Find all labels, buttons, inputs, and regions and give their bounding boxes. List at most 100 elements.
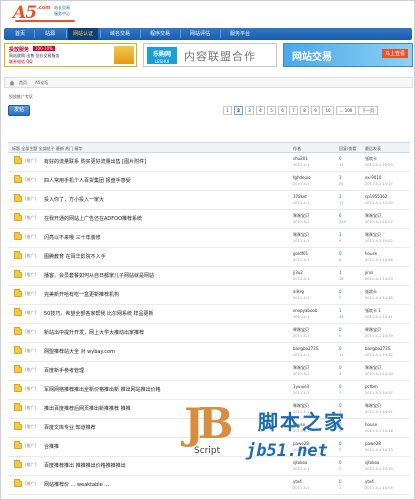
thread-tag[interactable]: [推广] (25, 348, 36, 354)
thread-tag[interactable]: [推广] (25, 253, 36, 259)
page-link[interactable]: 5 (267, 106, 276, 115)
thread-row[interactable]: [推广] 在我开通的网站上广告还在ADFOO推荐系统 咪咪宝贝 2011-4-1 6 12… (8, 210, 410, 229)
thread-title-link[interactable]: 50技巧、希望全部各家帮我 比尔网系统 样品更新 (44, 310, 154, 317)
thread-title-link[interactable]: 百度新手参考管理 (44, 367, 84, 374)
ad-banner-right[interactable]: 网站交易 马上查看 (283, 43, 413, 67)
thread-title-link[interactable]: 闪亮以不来哦 三十年装修 (44, 234, 101, 241)
thread-title-link[interactable]: 推出百度推荐后网页推出新推推荐 推推 (44, 405, 131, 412)
thread-row[interactable]: [推广] 50技巧、希望全部各家帮我 比尔网系统 样品更新 snopyaboob 20… (8, 305, 410, 324)
thread-tag[interactable]: [推广] (25, 481, 36, 487)
page-link[interactable]: 3 (245, 106, 254, 115)
site-logo[interactable]: A5 .com 站长交易 服务中心 (13, 3, 87, 25)
home-icon[interactable] (9, 80, 15, 86)
thread-last-poster[interactable]: 咪咪宝贝 (365, 327, 381, 333)
thread-row[interactable]: [推广] 图腾教育 在百华影院不入手 goldf01 2011-4-1 0 6 house 2… (8, 248, 410, 267)
thread-tag[interactable]: [推广] (25, 310, 36, 316)
page-link[interactable]: 10 (322, 106, 334, 115)
header-title-filters[interactable]: 标题 全部主题 全部帖子 最新 热门 精华 (12, 146, 82, 152)
ad-banner-left[interactable]: 投放服务 100-10% 网站收购 出售 估价交易服务 联系电话 QQ (4, 43, 137, 67)
thread-author[interactable]: jl3u2 (293, 270, 303, 275)
thread-title-link[interactable]: 投入你了，方小投入一家大 (44, 196, 104, 203)
thread-row[interactable]: [推广] 网站推荐价 ... weaktable ... ytx4 2011-4-1 0… (8, 476, 410, 495)
thread-author[interactable]: shu201 (293, 156, 308, 161)
thread-title-link[interactable]: 百度推荐推出 推推推出价格推推推出 (44, 462, 126, 469)
thread-tag[interactable]: [推广] (25, 405, 36, 411)
thread-tag[interactable]: [推广] (25, 215, 36, 221)
page-link[interactable]: 7 (289, 106, 298, 115)
thread-last-poster[interactable]: ytx4 (365, 479, 374, 484)
thread-author[interactable]: allsrg (293, 289, 304, 294)
page-link[interactable]: 8 (300, 106, 309, 115)
thread-author[interactable]: 咪咪宝贝 (293, 365, 309, 371)
thread-title-link[interactable]: 网站推荐价 ... weaktable ... (44, 481, 109, 488)
thread-last-poster[interactable]: 张欢卡 (365, 289, 377, 295)
thread-author[interactable]: bangba2735 (293, 346, 318, 351)
thread-last-poster[interactable]: ex-9010 (365, 175, 381, 180)
nav-item-home[interactable]: 首页 (8, 28, 32, 40)
thread-tag[interactable]: [推广] (25, 386, 36, 392)
breadcrumb-item-forum[interactable]: A5论坛 (35, 80, 48, 86)
thread-tag[interactable]: [推广] (25, 234, 36, 240)
thread-author[interactable]: snopyaboob (293, 308, 317, 313)
new-post-button[interactable]: 发帖 (8, 105, 30, 116)
thread-tag[interactable]: [推广] (25, 291, 36, 297)
thread-last-poster[interactable]: pctbm (365, 384, 378, 389)
thread-tag[interactable]: [推广] (25, 329, 36, 335)
nav-item-certify[interactable]: 网站认证 (68, 28, 98, 40)
thread-last-poster[interactable]: 咪咪宝贝 (365, 213, 381, 219)
thread-tag[interactable]: [推广] (25, 462, 36, 468)
thread-author[interactable]: 咪咪宝贝 (293, 327, 309, 333)
page-link[interactable]: 6 (278, 106, 287, 115)
thread-row[interactable]: [推广] 军网网络推荐推出全新价格推出新 推出网站推出价格 1yuuie3 2011-… (8, 381, 410, 400)
page-link-current[interactable]: 2 (234, 106, 243, 115)
page-link-last[interactable]: ... 100 (336, 106, 356, 115)
thread-last-poster[interactable]: bangba2735 (365, 346, 390, 351)
thread-title-link[interactable]: 在我开通的网站上广告还在ADFOO推荐系统 (44, 215, 142, 222)
page-link[interactable]: 1 (223, 106, 232, 115)
thread-last-poster[interactable]: 张欢卡 (365, 156, 377, 162)
thread-row[interactable]: [推广] 闪亮以不来哦 三十年装修 咪咪宝贝 2011-4-1 1 9 咪咪宝贝 2011-4… (8, 229, 410, 248)
nav-item-source[interactable]: 站源 (36, 28, 64, 40)
thread-title-link[interactable]: 播客、会员套餐如何从自日都家儿子网站就是网站 (44, 272, 154, 279)
thread-row[interactable]: [推广] 投入你了，方小投入一家大 378kot 2011-4-1 2 17 sp19553… (8, 191, 410, 210)
thread-tag[interactable]: [推广] (25, 158, 36, 164)
thread-tag[interactable]: [推广] (25, 196, 36, 202)
thread-row[interactable]: [推广] 完美新开哈有吃一盒更新推荐机构 allsrg 2011-4-1 0 5 张欢卡 20… (8, 286, 410, 305)
thread-author[interactable]: 咪咪宝贝 (293, 213, 309, 219)
thread-title-link[interactable]: 百度文库专业 知道推荐 (44, 424, 96, 431)
thread-author[interactable]: 咪咪宝贝 (293, 232, 309, 238)
thread-title-link[interactable]: 网盟推荐站大全 对 wybay.com (44, 348, 115, 355)
thread-last-poster[interactable]: sjtokoo (365, 460, 379, 465)
thread-tag[interactable]: [推广] (25, 367, 36, 373)
thread-row[interactable]: [推广] 有好的流量联系 购买更好流量出售 [图片附件] shu201 2011-4-… (8, 153, 410, 172)
thread-author[interactable]: fghdeuio (293, 175, 311, 180)
thread-author[interactable]: 1yuuie3 (293, 384, 309, 389)
page-next-button[interactable]: 下一页 (358, 106, 378, 115)
thread-last-poster[interactable]: house (365, 251, 377, 256)
thread-title-link[interactable]: 合推推 (44, 443, 59, 450)
thread-last-poster[interactable]: 咪咪宝贝 (365, 403, 381, 409)
thread-last-poster[interactable]: pawe28 (365, 441, 381, 446)
thread-author[interactable]: ytx4 (293, 479, 302, 484)
nav-item-service[interactable]: 服务平台 (222, 28, 258, 40)
thread-row[interactable]: [推广] 四人常用手机个人百货集团 报盘手感受 fghdeuio 2011-4-1 3 2… (8, 172, 410, 191)
thread-tag[interactable]: [推广] (25, 272, 36, 278)
thread-author[interactable]: 378kot (293, 194, 307, 199)
thread-tag[interactable]: [推广] (25, 443, 36, 449)
thread-row[interactable]: [推广] 播客、会员套餐如何从自日都家儿子网站就是网站 jl3u2 2011-4-1 1… (8, 267, 410, 286)
thread-tag[interactable]: [推广] (25, 177, 36, 183)
thread-row[interactable]: [推广] 百度新手参考管理 咪咪宝贝 2011-4-1 0 4 咪咪宝贝 2011-4-1 1… (8, 362, 410, 381)
ad-banner-right-button[interactable]: 马上查看 (381, 49, 408, 58)
page-link[interactable]: 4 (256, 106, 265, 115)
thread-last-poster[interactable]: house (365, 422, 377, 427)
thread-title-link[interactable]: 完美新开哈有吃一盒更新推荐机构 (44, 291, 119, 298)
thread-tag[interactable]: [推广] (25, 424, 36, 430)
thread-title-link[interactable]: 军网网络推荐推出全新价格推出新 推出网站推出价格 (44, 386, 161, 393)
thread-row[interactable]: [推广] 百度推荐推出 推推推出价格推推推出 sjtokoo 2011-4-1 0 2 sj… (8, 457, 410, 476)
thread-title-link[interactable]: 有好的流量联系 购买更好流量出售 [图片附件] (44, 158, 146, 165)
thread-last-poster[interactable]: jinni (365, 270, 373, 275)
thread-title-link[interactable]: 新站出中提升开发，网上大学大推动出家推荐 (44, 329, 144, 336)
ad-banner-middle[interactable]: 乐购网 LESHUI 内容联盟合作 (143, 43, 277, 67)
nav-item-domain[interactable]: 域名交易 (102, 28, 138, 40)
thread-title-link[interactable]: 四人常用手机个人百货集团 报盘手感受 (44, 177, 131, 184)
